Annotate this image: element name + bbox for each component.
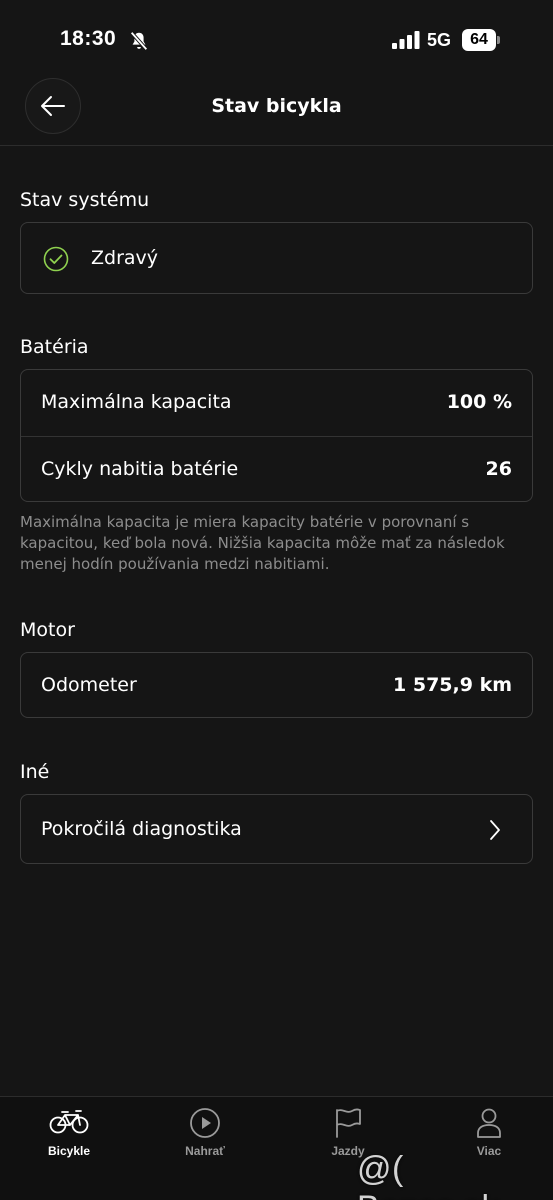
row-label: Cykly nabitia batérie	[41, 458, 239, 480]
row-value: 1 575,9 km	[393, 674, 512, 696]
nav-item-bicycles[interactable]: Bicykle	[0, 1097, 138, 1200]
signal-icon	[392, 31, 420, 49]
watermark: @( Bazos.sk	[357, 1150, 498, 1200]
nav-label: Nahrať	[185, 1144, 225, 1158]
motor-row-odometer: Odometer 1 575,9 km	[21, 653, 532, 719]
chevron-right-icon	[490, 820, 500, 840]
system-status-label: Zdravý	[91, 247, 159, 269]
flag-icon	[336, 1108, 361, 1138]
advanced-diagnostics-item[interactable]: Pokročilá diagnostika	[20, 794, 533, 864]
battery-row-charge-cycles: Cykly nabitia batérie 26	[21, 437, 532, 503]
battery-nub	[497, 36, 500, 44]
person-icon	[477, 1108, 501, 1138]
bell-slash-icon	[130, 31, 148, 51]
section-title-other: Iné	[20, 761, 50, 783]
check-circle-icon	[43, 246, 69, 272]
play-circle-icon	[190, 1108, 220, 1138]
section-title-system: Stav systému	[20, 189, 150, 211]
section-title-battery: Batéria	[20, 336, 89, 358]
row-label: Odometer	[41, 674, 137, 696]
row-value: 26	[485, 458, 512, 480]
system-status-card: Zdravý	[20, 222, 533, 294]
nav-label: Bicykle	[47, 1144, 91, 1158]
page-title: Stav bicykla	[211, 95, 342, 117]
row-label: Maximálna kapacita	[41, 391, 232, 413]
bicycle-icon	[49, 1110, 89, 1134]
row-label: Pokročilá diagnostika	[41, 818, 242, 840]
row-value: 100 %	[446, 391, 512, 413]
battery-note: Maximálna kapacita je miera kapacity bat…	[20, 513, 505, 573]
battery-level: 64	[470, 31, 488, 48]
battery-icon: 64	[462, 29, 496, 51]
screen: 18:30 5G 64 Stav bicykla Stav systému Zd…	[0, 0, 553, 1200]
nav-item-record[interactable]: Nahrať	[136, 1097, 274, 1200]
status-time: 18:30	[60, 27, 117, 50]
header: Stav bicykla	[0, 78, 553, 146]
battery-card: Maximálna kapacita 100 % Cykly nabitia b…	[20, 369, 533, 502]
motor-card: Odometer 1 575,9 km	[20, 652, 533, 718]
network-label: 5G	[427, 30, 452, 50]
status-bar: 18:30 5G 64	[0, 0, 553, 80]
section-title-motor: Motor	[20, 619, 75, 641]
battery-row-max-capacity: Maximálna kapacita 100 %	[21, 370, 532, 437]
